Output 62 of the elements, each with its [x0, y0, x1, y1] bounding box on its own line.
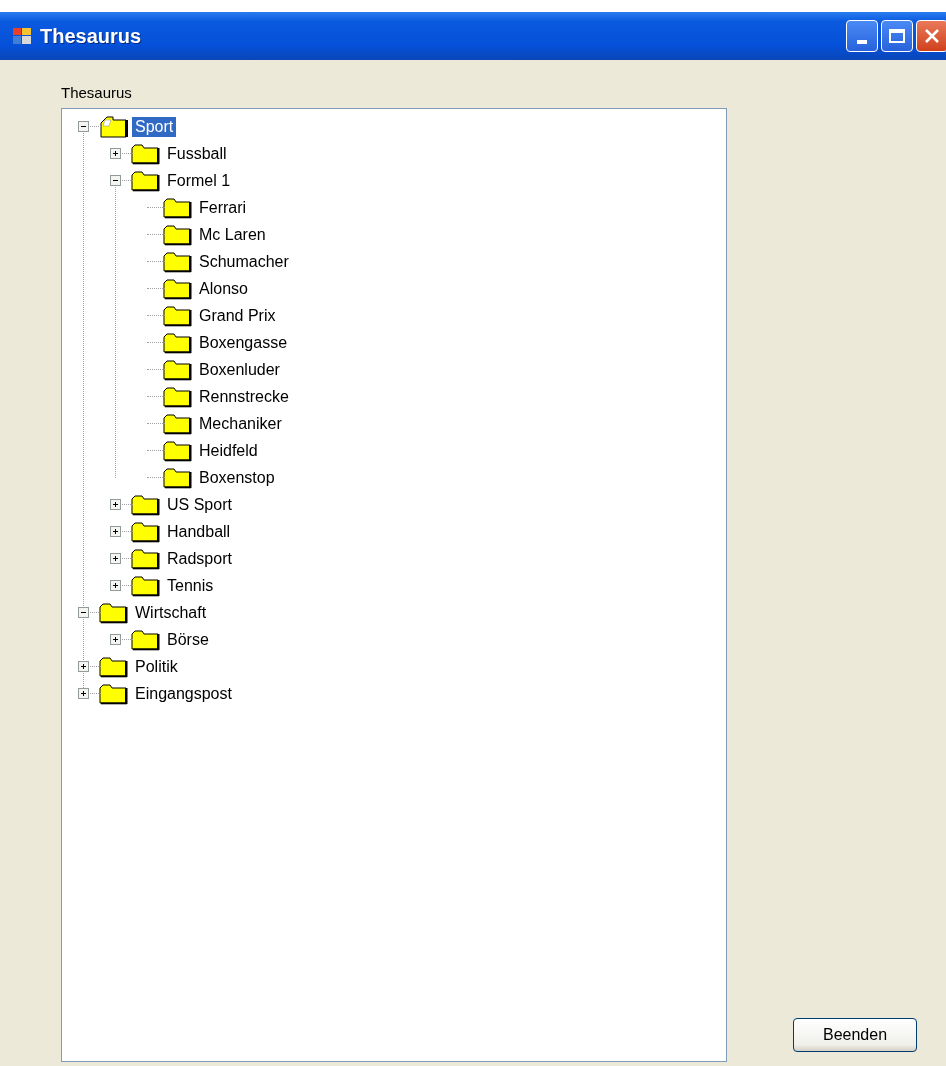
close-dialog-button[interactable]: Beenden — [793, 1018, 917, 1052]
folder-icon — [163, 196, 193, 219]
folder-icon — [163, 385, 193, 408]
tree-item[interactable]: Boxengasse — [196, 332, 291, 353]
tree-item[interactable]: Boxenstop — [196, 467, 278, 488]
expand-toggle[interactable] — [110, 526, 121, 537]
folder-icon — [163, 331, 193, 354]
folder-icon — [163, 358, 193, 381]
expand-toggle[interactable] — [78, 661, 89, 672]
tree-item[interactable]: US Sport — [164, 494, 235, 515]
window-title: Thesaurus — [40, 24, 142, 48]
folder-icon — [131, 520, 161, 543]
folder-icon — [163, 250, 193, 273]
open-folder-icon — [99, 115, 129, 138]
tree-item[interactable]: Schumacher — [196, 251, 292, 272]
tree-item[interactable]: Fussball — [164, 143, 230, 164]
tree-item[interactable]: Radsport — [164, 548, 235, 569]
expand-toggle[interactable] — [110, 634, 121, 645]
collapse-toggle[interactable] — [110, 175, 121, 186]
folder-icon — [99, 655, 129, 678]
collapse-toggle[interactable] — [78, 607, 89, 618]
tree-item[interactable]: Mechaniker — [196, 413, 285, 434]
folder-icon — [163, 277, 193, 300]
folder-icon — [99, 601, 129, 624]
app-icon — [12, 26, 32, 46]
tree-item[interactable]: Rennstrecke — [196, 386, 292, 407]
collapse-toggle[interactable] — [78, 121, 89, 132]
expand-toggle[interactable] — [110, 499, 121, 510]
tree-item[interactable]: Heidfeld — [196, 440, 261, 461]
folder-icon — [163, 223, 193, 246]
expand-toggle[interactable] — [78, 688, 89, 699]
expand-toggle[interactable] — [110, 580, 121, 591]
tree-item[interactable]: Tennis — [164, 575, 217, 596]
tree-item[interactable]: Grand Prix — [196, 305, 279, 326]
folder-icon — [163, 439, 193, 462]
tree-item[interactable]: Wirtschaft — [132, 602, 210, 623]
folder-icon — [163, 466, 193, 489]
tree-item[interactable]: Ferrari — [196, 197, 250, 218]
tree-item[interactable]: Eingangspost — [132, 683, 235, 704]
minimize-button[interactable] — [846, 20, 878, 52]
folder-icon — [131, 169, 161, 192]
tree-item[interactable]: Sport — [132, 116, 177, 137]
folder-icon — [99, 682, 129, 705]
tree-item[interactable]: Politik — [132, 656, 181, 677]
folder-icon — [163, 412, 193, 435]
tree-item[interactable]: Alonso — [196, 278, 251, 299]
tree-item[interactable]: Mc Laren — [196, 224, 269, 245]
tree-item[interactable]: Boxenluder — [196, 359, 283, 380]
tree-item[interactable]: Börse — [164, 629, 212, 650]
tree-item[interactable]: Formel 1 — [164, 170, 234, 191]
maximize-button[interactable] — [881, 20, 913, 52]
folder-icon — [131, 574, 161, 597]
folder-icon — [131, 493, 161, 516]
folder-icon — [163, 304, 193, 327]
folder-icon — [131, 142, 161, 165]
folder-icon — [131, 547, 161, 570]
expand-toggle[interactable] — [110, 553, 121, 564]
folder-icon — [131, 628, 161, 651]
expand-toggle[interactable] — [110, 148, 121, 159]
tree-label: Thesaurus — [61, 84, 133, 103]
tree-item[interactable]: Handball — [164, 521, 234, 542]
close-button[interactable] — [916, 20, 946, 52]
